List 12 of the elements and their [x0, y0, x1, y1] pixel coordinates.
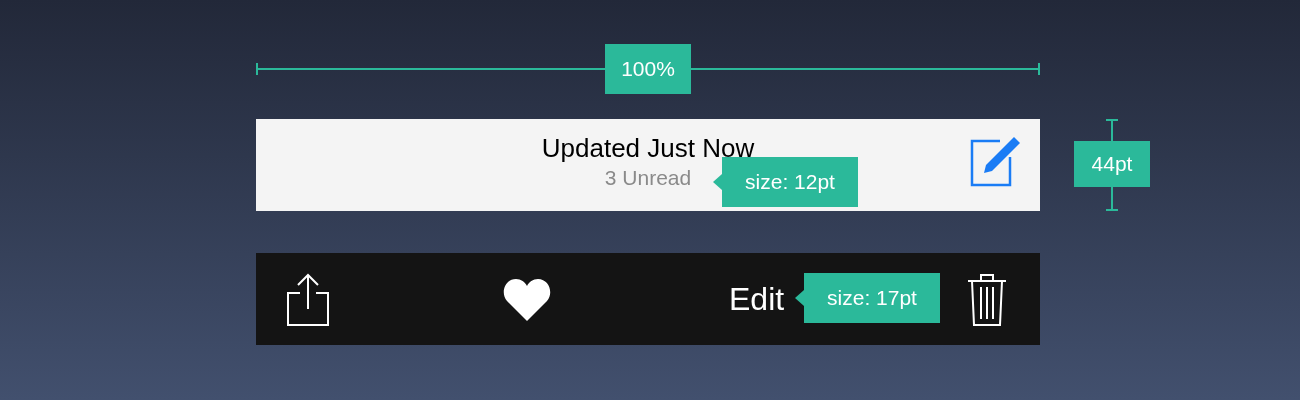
height-label: 44pt	[1074, 141, 1150, 187]
edit-button[interactable]: Edit	[729, 279, 785, 319]
size-callout: size: 12pt	[722, 157, 858, 207]
share-icon[interactable]	[286, 273, 330, 327]
callout-pointer	[713, 174, 722, 190]
heart-icon[interactable]	[503, 279, 551, 321]
nav-subtitle: 3 Unread	[604, 165, 692, 191]
size-callout: size: 17pt	[804, 273, 940, 323]
compose-icon[interactable]	[970, 135, 1022, 187]
width-label: 100%	[605, 44, 691, 94]
trash-icon[interactable]	[966, 273, 1008, 327]
callout-pointer	[795, 290, 804, 306]
